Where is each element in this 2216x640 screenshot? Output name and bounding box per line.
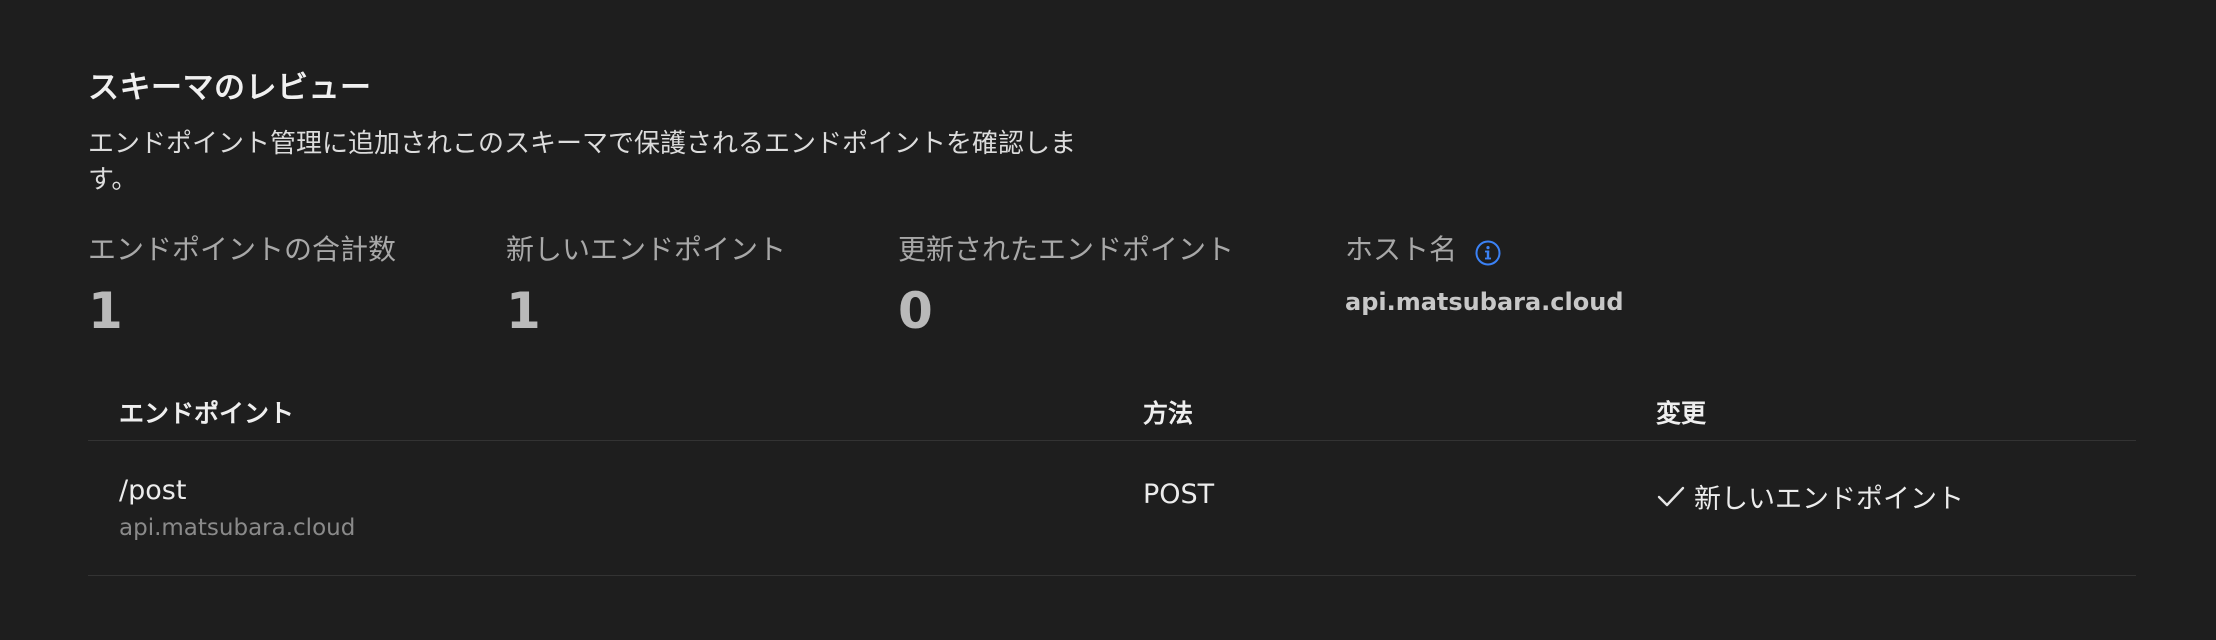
- stat-hostname-label-row: ホスト名: [1345, 230, 1624, 270]
- stat-updated-label: 更新されたエンドポイント: [898, 233, 1235, 266]
- table-row: /post api.matsubara.cloud POST 新しいエンドポイン…: [88, 441, 2136, 576]
- table-header: エンドポイント 方法 変更: [88, 380, 2136, 441]
- stat-new-label: 新しいエンドポイント: [506, 233, 787, 266]
- endpoint-change: 新しいエンドポイント: [1656, 477, 1964, 516]
- stat-total-value: 1: [88, 282, 123, 340]
- stat-new-endpoints: 新しいエンドポイント 1: [506, 230, 786, 340]
- schema-review-panel: スキーマのレビュー エンドポイント管理に追加されこのスキーマで保護されるエンドポ…: [0, 0, 2216, 640]
- stat-total-label: エンドポイントの合計数: [88, 233, 397, 266]
- stat-hostname: ホスト名 api.matsubara.cloud: [1345, 230, 1624, 316]
- stat-hostname-value: api.matsubara.cloud: [1345, 288, 1624, 316]
- column-header-change: 変更: [1656, 399, 1707, 428]
- stat-updated-endpoints: 更新されたエンドポイント 0: [898, 230, 1234, 340]
- stat-new-value: 1: [506, 282, 541, 340]
- endpoint-host: api.matsubara.cloud: [119, 515, 356, 541]
- stat-updated-value: 0: [898, 282, 933, 340]
- check-icon: [1656, 482, 1686, 512]
- stat-hostname-label: ホスト名: [1345, 233, 1458, 266]
- column-header-method: 方法: [1143, 399, 1194, 428]
- page-description: エンドポイント管理に追加されこのスキーマで保護されるエンドポイントを確認します。: [88, 129, 1077, 195]
- endpoint-method: POST: [1143, 479, 1215, 510]
- column-header-endpoint: エンドポイント: [119, 399, 295, 428]
- endpoint-change-label: 新しいエンドポイント: [1694, 484, 1964, 515]
- stat-total-endpoints: エンドポイントの合計数 1: [88, 230, 396, 340]
- info-icon[interactable]: [1475, 237, 1501, 266]
- endpoints-table: エンドポイント 方法 変更 /post api.matsubara.cloud …: [88, 380, 2136, 576]
- page-title: スキーマのレビュー: [88, 70, 372, 106]
- endpoint-path: /post: [119, 475, 187, 506]
